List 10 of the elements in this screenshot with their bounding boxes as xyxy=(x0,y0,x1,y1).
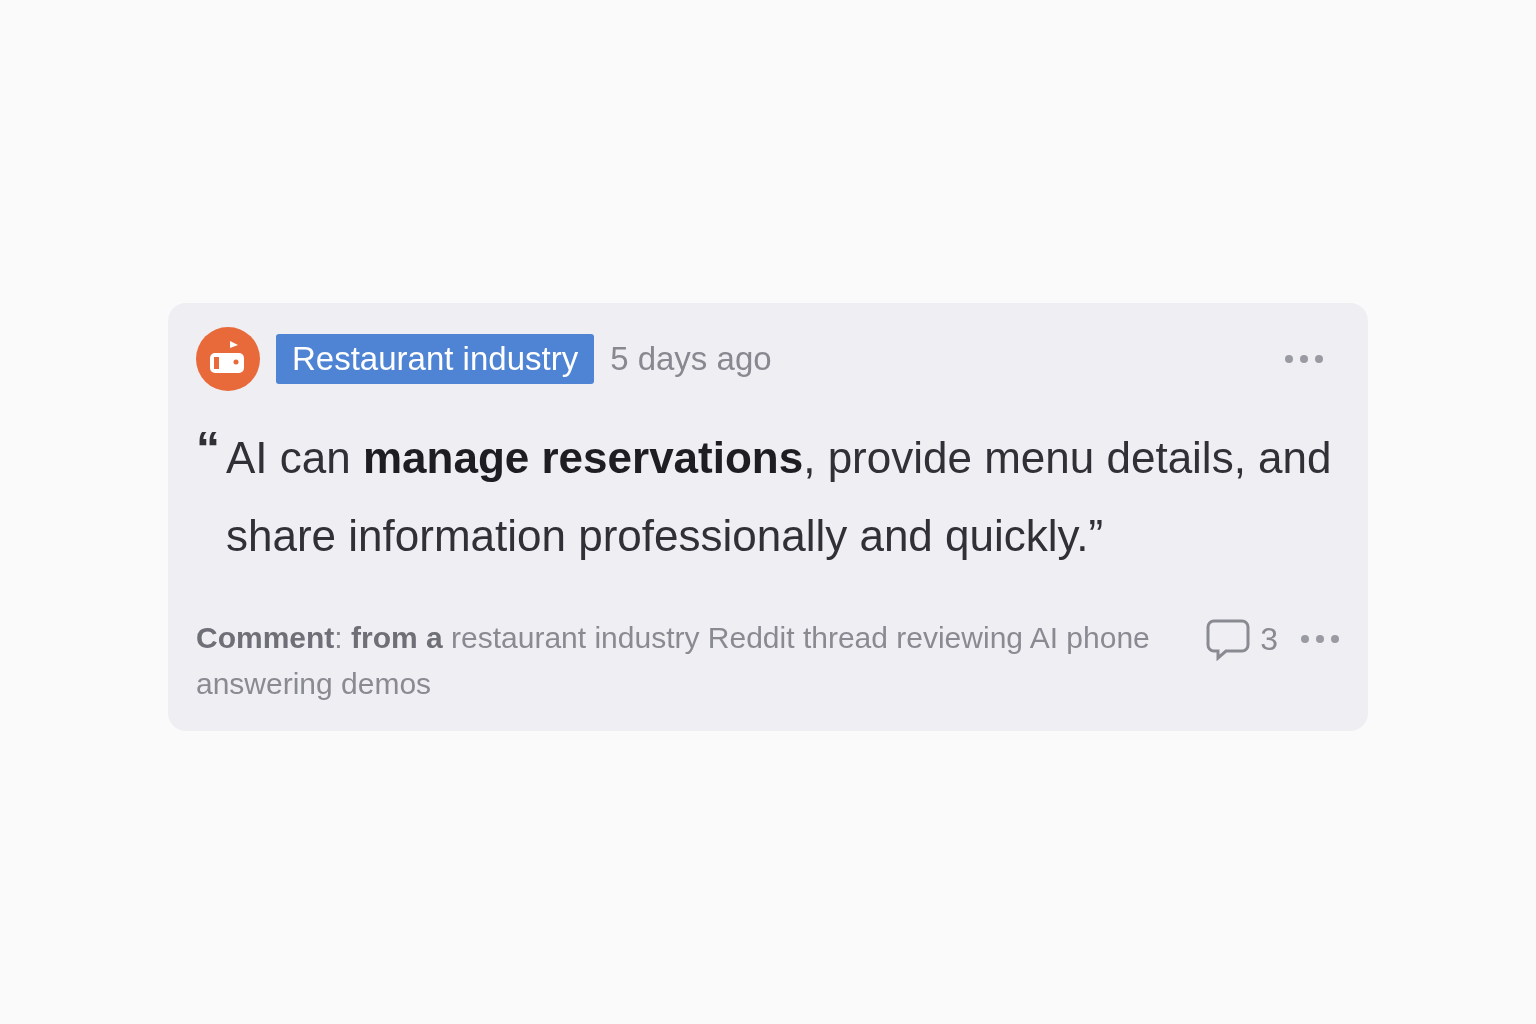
quote-text: AI can manage reservations, provide menu details, and share information professionally and quickly.” xyxy=(226,432,1333,562)
community-tag[interactable]: Restaurant industry xyxy=(276,334,595,384)
more-icon[interactable] xyxy=(1300,634,1340,644)
quote-mark: “ xyxy=(196,421,221,477)
more-icon[interactable] xyxy=(1284,354,1324,364)
post-time: 5 days ago xyxy=(610,340,772,378)
comment-count: 3 xyxy=(1260,620,1278,658)
comment-caption: Comment: from a restaurant industry Reddit thread reviewing AI phone answering demos xyxy=(196,620,1151,702)
comment-icon[interactable] xyxy=(1206,617,1251,661)
robot-icon xyxy=(196,327,260,391)
